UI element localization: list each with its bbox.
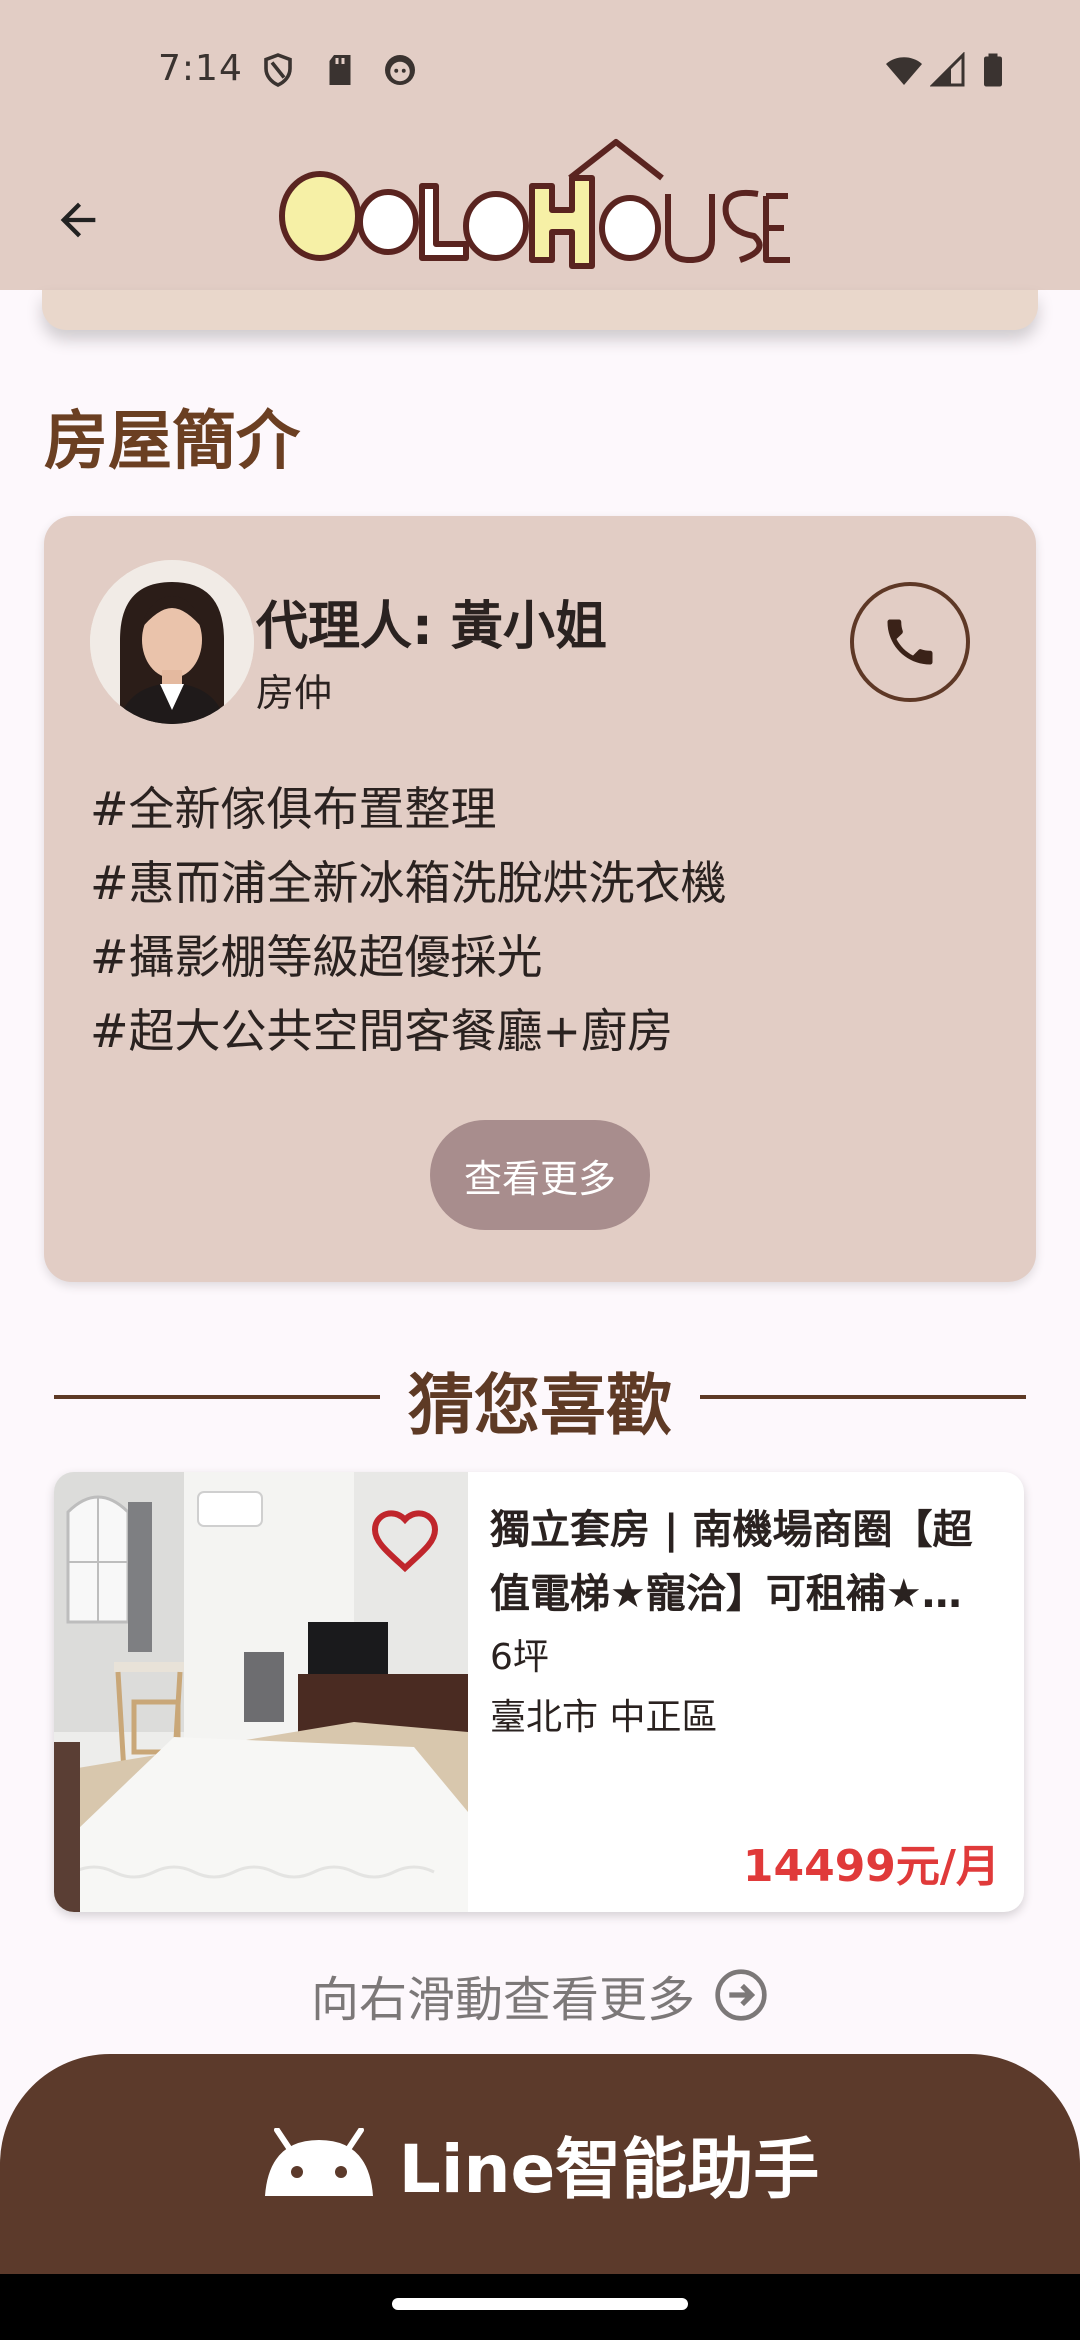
- listing-size: 6坪: [490, 1637, 549, 1678]
- sd-card-icon: [329, 55, 351, 85]
- description-list: #全新傢俱布置整理 #惠而浦全新冰箱洗脫烘洗衣機 #攝影棚等級超優採光 #超大公…: [90, 772, 727, 1068]
- line-assistant-button[interactable]: Line智能助手: [0, 2054, 1080, 2274]
- face-icon: [385, 55, 415, 85]
- arrow-back-icon: [60, 202, 96, 238]
- description-line: #超大公共空間客餐廳+廚房: [90, 1004, 674, 1058]
- agent-photo: [90, 560, 254, 724]
- recommend-section-title: 猜您喜歡: [380, 1350, 700, 1450]
- description-line: #全新傢俱布置整理: [90, 782, 497, 836]
- signal-icon: [930, 52, 965, 87]
- listing-card[interactable]: 獨立套房 | 南機場商圈【超值電梯★寵洽】可租補★近捷運 6坪 臺北市 中正區 …: [54, 1472, 1024, 1912]
- phone-icon: [887, 619, 933, 665]
- description-line: #惠而浦全新冰箱洗脫烘洗衣機: [90, 856, 727, 910]
- battery-icon: [984, 53, 1002, 87]
- call-agent-button[interactable]: [850, 582, 970, 702]
- listing-price: 14499元/月: [742, 1841, 1000, 1892]
- agent-card: 代理人: 黃小姐 房仲 #全新傢俱布置整理 #惠而浦全新冰箱洗脫烘洗衣機 #攝影…: [44, 516, 1036, 1282]
- divider-left: [54, 1395, 384, 1399]
- gold-house-logo: [279, 139, 790, 269]
- agent-name: 代理人: 黃小姐: [256, 597, 607, 657]
- back-button[interactable]: [40, 182, 116, 258]
- system-nav-bar: [0, 2274, 1080, 2340]
- agent-avatar: [90, 560, 254, 724]
- bottom-bar: Line智能助手: [0, 2054, 1080, 2284]
- shield-icon: [264, 53, 292, 87]
- swipe-hint: 向右滑動查看更多: [0, 1960, 1080, 2030]
- android-icon: [264, 2128, 373, 2196]
- status-time: 7:14: [158, 48, 243, 89]
- arrow-circle-right-icon: [715, 1969, 767, 2021]
- swipe-hint-text: 向右滑動查看更多: [310, 1972, 695, 2028]
- line-assistant-label: Line智能助手: [398, 2131, 820, 2208]
- home-gesture-handle[interactable]: [392, 2298, 688, 2310]
- intro-section-title: 房屋簡介: [44, 405, 300, 479]
- agent-role: 房仲: [256, 671, 333, 715]
- divider-right: [696, 1395, 1026, 1399]
- listing-title: 獨立套房 | 南機場商圈【超值電梯★寵洽】可租補★近捷運: [490, 1507, 973, 1617]
- favorite-heart-icon[interactable]: [368, 1508, 442, 1574]
- wifi-icon: [886, 57, 922, 85]
- status-bar: 7:14: [0, 0, 1080, 140]
- listing-location: 臺北市 中正區: [490, 1697, 718, 1738]
- description-line: #攝影棚等級超優採光: [90, 930, 543, 984]
- view-more-button[interactable]: 查看更多: [430, 1120, 650, 1230]
- previous-card-edge: [42, 290, 1038, 330]
- app-bar: [0, 139, 1080, 290]
